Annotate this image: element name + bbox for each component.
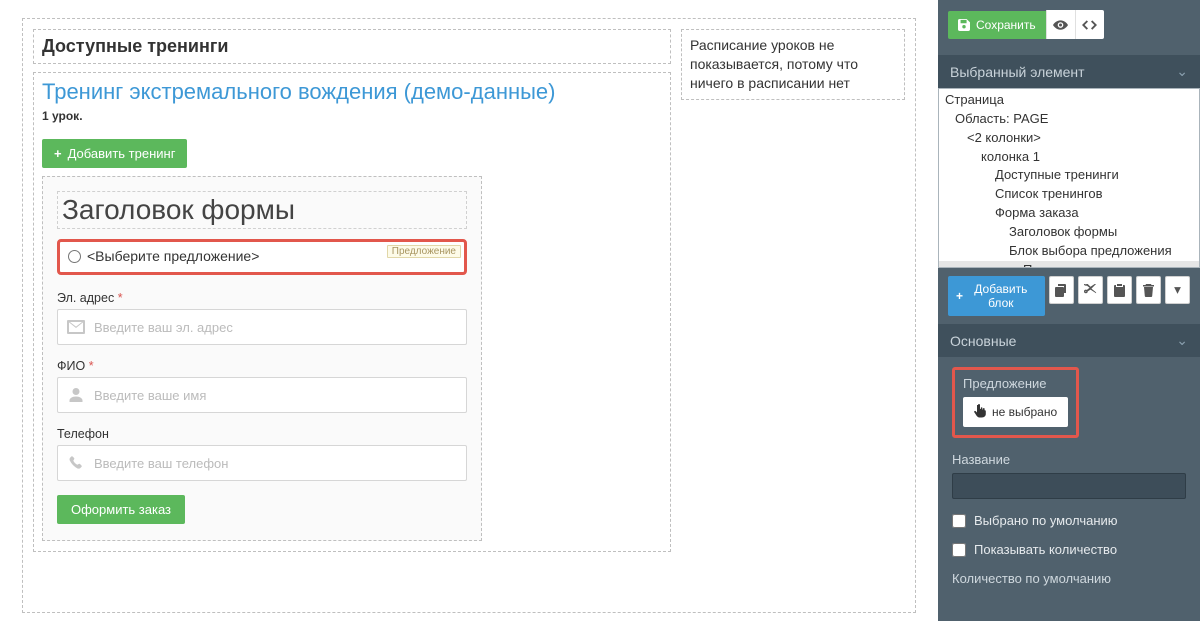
trainings-title-block[interactable]: Доступные тренинги	[33, 29, 671, 64]
selected-element-header[interactable]: Выбранный элемент ⌄	[938, 55, 1200, 88]
scissors-icon	[1084, 284, 1097, 297]
tree-item[interactable]: Заголовок формы	[939, 223, 1199, 242]
chevron-down-icon: ⌄	[1176, 63, 1188, 80]
offer-placeholder-text: <Выберите предложение>	[87, 248, 259, 264]
tree-item[interactable]: Список тренингов	[939, 185, 1199, 204]
phone-label: Телефон	[57, 427, 467, 441]
show-quantity-row[interactable]: Показывать количество	[952, 542, 1186, 557]
clipboard-icon	[1114, 284, 1125, 297]
more-button[interactable]: ▾	[1165, 276, 1190, 304]
offer-prop-highlight: Предложение не выбрано	[952, 367, 1079, 438]
lesson-count: 1 урок.	[42, 109, 662, 123]
tree-item[interactable]: Область: PAGE	[939, 110, 1199, 129]
props-header[interactable]: Основные ⌄	[938, 324, 1200, 357]
element-tree[interactable]: СтраницаОбласть: PAGE<2 колонки>колонка …	[938, 88, 1200, 268]
add-training-label: Добавить тренинг	[68, 147, 176, 160]
trash-icon	[1143, 284, 1154, 297]
tree-item[interactable]: колонка 1	[939, 148, 1199, 167]
show-quantity-checkbox[interactable]	[952, 543, 966, 557]
training-link[interactable]: Тренинг экстремального вождения (демо-да…	[42, 79, 556, 105]
tree-item[interactable]: Страница	[939, 91, 1199, 110]
add-training-button[interactable]: + Добавить тренинг	[42, 139, 187, 168]
email-field[interactable]	[94, 310, 466, 344]
caret-down-icon: ▾	[1174, 282, 1181, 298]
code-icon	[1082, 20, 1097, 30]
schedule-empty-block[interactable]: Расписание уроков не показывается, потом…	[681, 29, 905, 100]
offer-badge: Предложение	[387, 245, 461, 258]
offer-select-block[interactable]: Предложение <Выберите предложение>	[57, 239, 467, 275]
phone-icon	[58, 455, 94, 471]
hand-pointer-icon	[974, 404, 986, 418]
plus-icon: +	[956, 289, 963, 303]
copy-button[interactable]	[1049, 276, 1074, 304]
offer-radio[interactable]	[68, 250, 81, 263]
page-canvas[interactable]: Доступные тренинги Тренинг экстремальног…	[0, 0, 938, 621]
name-prop-label: Название	[952, 452, 1186, 467]
offer-prop-label: Предложение	[963, 376, 1068, 391]
preview-button[interactable]	[1046, 10, 1075, 39]
submit-order-button[interactable]: Оформить заказ	[57, 495, 185, 524]
name-field[interactable]	[94, 378, 466, 412]
name-label: ФИО *	[57, 359, 467, 373]
phone-field[interactable]	[94, 446, 466, 480]
default-selected-checkbox[interactable]	[952, 514, 966, 528]
copy-icon	[1055, 284, 1067, 297]
editor-sidebar: Сохранить Выбранный элемент ⌄ СтраницаОб…	[938, 0, 1200, 621]
save-button[interactable]: Сохранить	[948, 11, 1046, 39]
tree-item[interactable]: Доступные тренинги	[939, 166, 1199, 185]
delete-button[interactable]	[1136, 276, 1161, 304]
chevron-down-icon: ⌄	[1176, 332, 1188, 349]
code-button[interactable]	[1075, 10, 1104, 39]
offer-select-button[interactable]: не выбрано	[963, 397, 1068, 427]
add-block-button[interactable]: +Добавить блок	[948, 276, 1045, 316]
tree-item[interactable]: Предложение	[939, 261, 1199, 268]
default-quantity-label: Количество по умолчанию	[952, 571, 1186, 586]
eye-icon	[1053, 20, 1068, 30]
cut-button[interactable]	[1078, 276, 1103, 304]
order-form-block[interactable]: Заголовок формы Предложение <Выберите пр…	[42, 176, 482, 541]
default-selected-row[interactable]: Выбрано по умолчанию	[952, 513, 1186, 528]
tree-item[interactable]: <2 колонки>	[939, 129, 1199, 148]
tree-item[interactable]: Форма заказа	[939, 204, 1199, 223]
form-title: Заголовок формы	[62, 194, 462, 226]
tree-item[interactable]: Блок выбора предложения	[939, 242, 1199, 261]
person-icon	[58, 387, 94, 403]
paste-button[interactable]	[1107, 276, 1132, 304]
email-label: Эл. адрес *	[57, 291, 467, 305]
floppy-icon	[958, 19, 970, 31]
schedule-empty-text: Расписание уроков не показывается, потом…	[690, 36, 896, 93]
name-prop-input[interactable]	[952, 473, 1186, 499]
envelope-icon	[58, 320, 94, 334]
trainings-title: Доступные тренинги	[42, 36, 662, 57]
plus-icon: +	[54, 147, 62, 160]
